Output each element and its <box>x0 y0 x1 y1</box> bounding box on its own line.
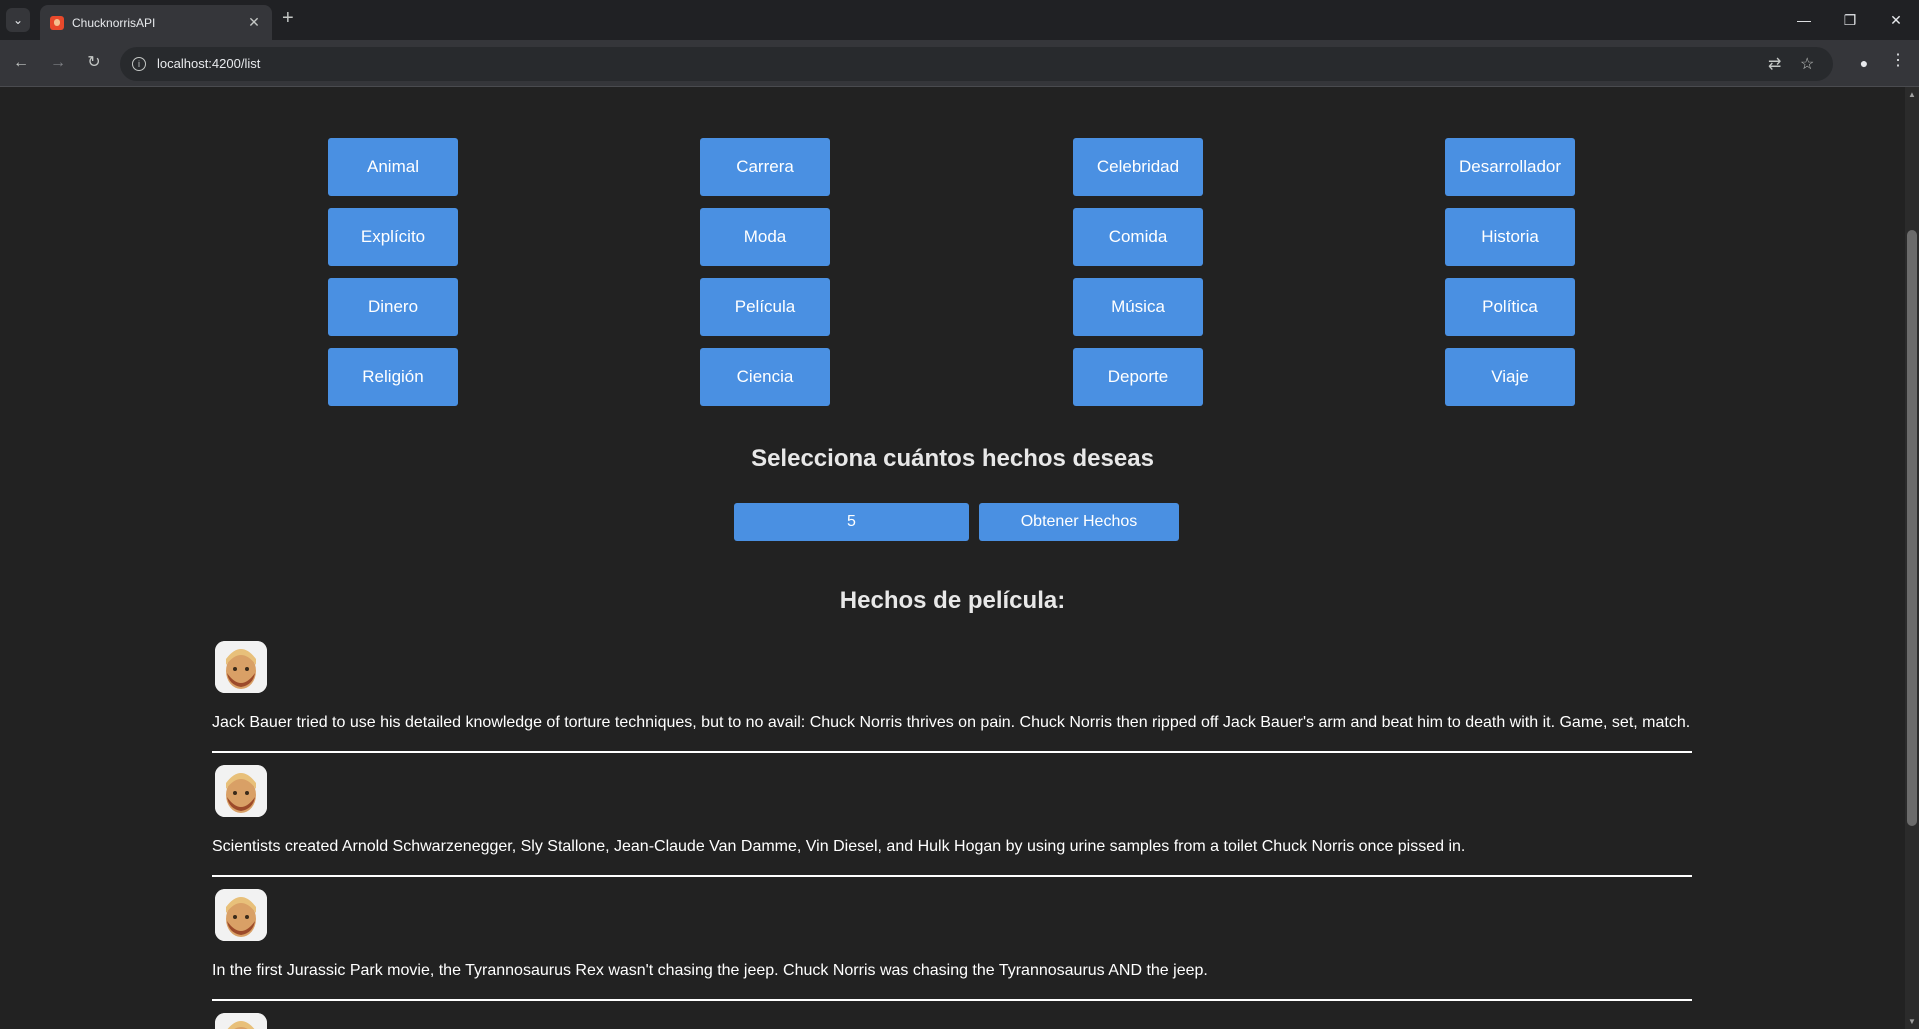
window-controls: — ❐ ✕ <box>1781 0 1919 40</box>
restore-icon[interactable]: ❐ <box>1827 0 1873 40</box>
category-button-religion[interactable]: Religión <box>328 348 458 406</box>
category-button-pelicula[interactable]: Película <box>700 278 830 336</box>
count-heading: Selecciona cuántos hechos deseas <box>751 445 1154 472</box>
browser-toolbar: ← → ↻ i localhost:4200/list ⇄ ☆ ● ⋮ <box>0 40 1919 87</box>
tab-search-icon[interactable]: ⌄ <box>6 8 30 32</box>
category-button-desarrollador[interactable]: Desarrollador <box>1445 138 1575 196</box>
favicon-icon <box>50 15 64 30</box>
category-button-celebridad[interactable]: Celebridad <box>1073 138 1203 196</box>
star-icon[interactable]: ☆ <box>1800 54 1814 74</box>
scroll-up-icon[interactable]: ▲ <box>1908 90 1916 99</box>
chuck-norris-avatar-icon <box>215 765 267 817</box>
close-window-icon[interactable]: ✕ <box>1873 0 1919 40</box>
close-icon[interactable]: ✕ <box>244 14 264 31</box>
category-button-carrera[interactable]: Carrera <box>700 138 830 196</box>
fact-divider <box>212 751 1692 753</box>
get-facts-button[interactable]: Obtener Hechos <box>979 503 1179 541</box>
browser-tab[interactable]: ChucknorrisAPI ✕ <box>40 5 272 40</box>
minimize-icon[interactable]: — <box>1781 0 1827 40</box>
reload-icon[interactable]: ↻ <box>83 52 105 74</box>
chuck-norris-avatar-icon <box>215 889 267 941</box>
chuck-norris-avatar-icon <box>215 1013 267 1029</box>
scroll-down-icon[interactable]: ▼ <box>1908 1017 1916 1026</box>
url-text[interactable]: localhost:4200/list <box>157 56 260 71</box>
fact-text: Jack Bauer tried to use his detailed kno… <box>212 714 1691 731</box>
fact-text: Scientists created Arnold Schwarzenegger… <box>212 838 1466 855</box>
fact-count-input[interactable]: 5 <box>734 503 969 541</box>
translate-icon[interactable]: ⇄ <box>1768 54 1781 74</box>
chuck-norris-avatar-icon <box>215 641 267 693</box>
category-button-comida[interactable]: Comida <box>1073 208 1203 266</box>
fact-text: In the first Jurassic Park movie, the Ty… <box>212 962 1208 979</box>
address-bar[interactable]: i localhost:4200/list ⇄ ☆ <box>120 47 1833 81</box>
category-button-moda[interactable]: Moda <box>700 208 830 266</box>
tab-strip: ⌄ ChucknorrisAPI ✕ + — ❐ ✕ <box>0 0 1919 40</box>
fact-divider <box>212 999 1692 1001</box>
page-viewport: Animal Carrera Celebridad Desarrollador … <box>0 87 1905 1029</box>
page-scrollbar[interactable]: ▲ ▼ <box>1905 87 1919 1029</box>
plus-icon[interactable]: + <box>282 7 294 30</box>
category-button-politica[interactable]: Política <box>1445 278 1575 336</box>
tab-title: ChucknorrisAPI <box>72 15 156 30</box>
category-button-musica[interactable]: Música <box>1073 278 1203 336</box>
forward-icon[interactable]: → <box>47 52 69 74</box>
info-icon[interactable]: i <box>132 57 146 71</box>
profile-icon[interactable]: ● <box>1852 51 1876 75</box>
category-button-historia[interactable]: Historia <box>1445 208 1575 266</box>
scrollbar-thumb[interactable] <box>1907 230 1917 826</box>
category-button-explicito[interactable]: Explícito <box>328 208 458 266</box>
category-button-dinero[interactable]: Dinero <box>328 278 458 336</box>
kebab-menu-icon[interactable]: ⋮ <box>1890 50 1906 70</box>
category-button-ciencia[interactable]: Ciencia <box>700 348 830 406</box>
results-heading: Hechos de película: <box>839 587 1066 614</box>
fact-divider <box>212 875 1692 877</box>
back-icon[interactable]: ← <box>10 52 32 74</box>
category-button-viaje[interactable]: Viaje <box>1445 348 1575 406</box>
category-button-animal[interactable]: Animal <box>328 138 458 196</box>
category-button-deporte[interactable]: Deporte <box>1073 348 1203 406</box>
